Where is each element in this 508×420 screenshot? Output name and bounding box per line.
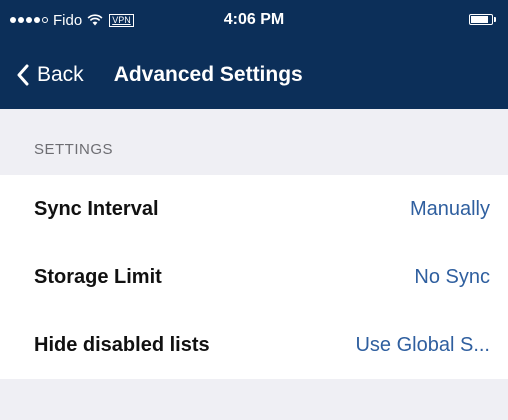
setting-value: Manually [409,197,490,220]
wifi-icon [87,14,103,26]
setting-label: Storage Limit [34,265,162,288]
section-header: SETTINGS [34,141,114,158]
back-label: Back [37,62,84,86]
signal-dot [18,17,24,23]
signal-dot [26,17,32,23]
status-left: Fido VPN [0,12,134,29]
status-bar: Fido VPN 4:06 PM [0,0,508,40]
header: Fido VPN 4:06 PM Back Advanced Settings [0,0,508,109]
battery-tip [494,17,496,22]
signal-dot [34,17,40,23]
signal-dot [42,17,48,23]
setting-row-storage-limit[interactable]: Storage Limit No Sync [0,243,508,311]
setting-row-sync-interval[interactable]: Sync Interval Manually [0,175,508,243]
signal-strength-icon [10,17,48,23]
battery-icon [469,14,496,25]
screen: Fido VPN 4:06 PM Back Advanced Settings … [0,0,508,420]
setting-value: No Sync [414,265,490,288]
setting-value: Use Global S... [355,333,490,356]
carrier-name: Fido [53,11,83,29]
setting-row-hide-disabled-lists[interactable]: Hide disabled lists Use Global S... [0,311,508,379]
status-time: 4:06 PM [223,11,285,28]
battery-fill [471,16,488,23]
setting-label: Hide disabled lists [34,333,210,356]
back-button[interactable]: Back [0,63,84,87]
signal-dot [10,17,16,23]
settings-list: Sync Interval Manually Storage Limit No … [0,175,508,379]
battery-body [469,14,493,25]
vpn-badge: VPN [109,13,134,27]
page-title: Advanced Settings [113,62,303,86]
setting-label: Sync Interval [34,197,159,220]
chevron-left-icon [17,64,29,85]
nav-bar: Back Advanced Settings [0,40,508,109]
